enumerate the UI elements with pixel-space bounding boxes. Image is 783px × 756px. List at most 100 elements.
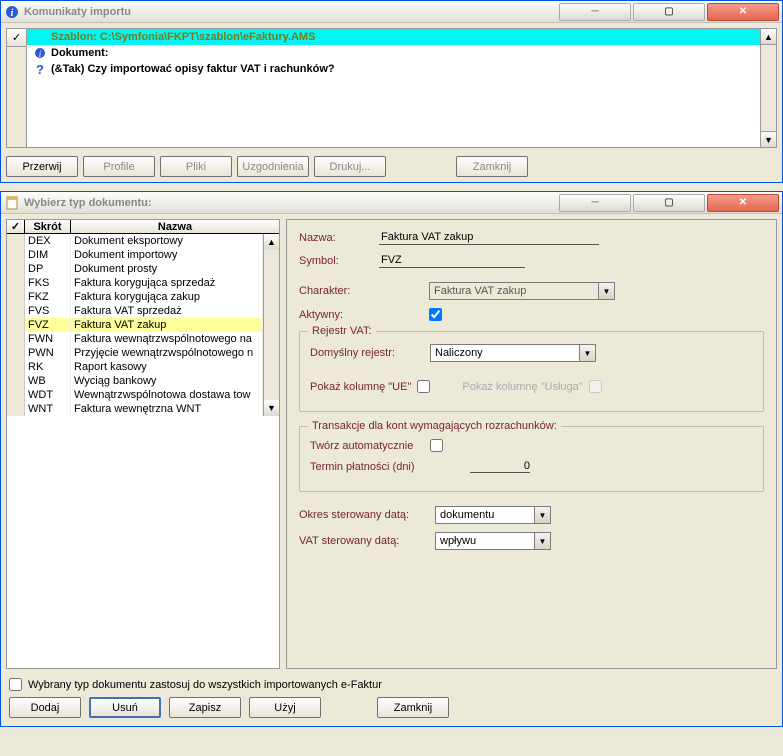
titlebar[interactable]: i Komunikaty importu ─ ▢ ✕	[1, 1, 782, 23]
list-item[interactable]: DEXDokument eksportowy	[7, 234, 263, 248]
list-item[interactable]: FVSFaktura VAT sprzedaż	[7, 304, 263, 318]
list-item[interactable]: PWNPrzyjęcie wewnątrzwspólnotowego n	[7, 346, 263, 360]
aktywny-checkbox[interactable]	[429, 308, 442, 321]
row-check[interactable]	[7, 346, 25, 360]
message-text: (&Tak) Czy importować opisy faktur VAT i…	[51, 61, 760, 77]
col-skrot[interactable]: Skrót	[25, 220, 71, 233]
rejestr-legend: Rejestr VAT:	[308, 325, 376, 337]
save-button[interactable]: Zapisz	[169, 697, 241, 718]
row-check[interactable]	[7, 234, 25, 248]
messages-grid: ✓ Szablon: C:\Symfonia\FKPT\szablon\eFak…	[6, 28, 777, 148]
close-button[interactable]: ✕	[707, 194, 779, 212]
add-button[interactable]: Dodaj	[9, 697, 81, 718]
scroll-up[interactable]: ▲	[761, 29, 776, 45]
row-check[interactable]	[7, 402, 25, 416]
row-check[interactable]	[7, 262, 25, 276]
delete-button[interactable]: Usuń	[89, 697, 161, 718]
chevron-down-icon[interactable]: ▼	[599, 282, 615, 300]
row-nazwa: Raport kasowy	[71, 360, 263, 374]
use-button[interactable]: Użyj	[249, 697, 321, 718]
apply-all-row: Wybrany typ dokumentu zastosuj do wszyst…	[9, 678, 774, 691]
okres-label: Okres sterowany datą:	[299, 509, 425, 521]
row-nazwa: Dokument importowy	[71, 248, 263, 262]
row-nazwa: Przyjęcie wewnątrzwspólnotowego n	[71, 346, 263, 360]
row-check[interactable]	[7, 248, 25, 262]
list-item[interactable]: WDTWewnątrzwspólnotowa dostawa tow	[7, 388, 263, 402]
check-header[interactable]: ✓	[7, 29, 26, 47]
row-check[interactable]	[7, 276, 25, 290]
window-title: Komunikaty importu	[24, 6, 559, 18]
titlebar[interactable]: Wybierz typ dokumentu: ─ ▢ ✕	[1, 192, 782, 214]
list-item[interactable]: FKZFaktura korygująca zakup	[7, 290, 263, 304]
close-button[interactable]: ✕	[707, 3, 779, 21]
chevron-down-icon[interactable]: ▼	[535, 532, 551, 550]
scroll-down[interactable]: ▼	[264, 400, 279, 416]
list-item[interactable]: DPDokument prosty	[7, 262, 263, 276]
charakter-select[interactable]: Faktura VAT zakup ▼	[429, 282, 615, 300]
row-nazwa: Wyciąg bankowy	[71, 374, 263, 388]
print-button: Drukuj...	[314, 156, 386, 177]
col-nazwa[interactable]: Nazwa	[71, 220, 279, 233]
row-skrot: DIM	[25, 248, 71, 262]
nazwa-label: Nazwa:	[299, 232, 369, 244]
close-button-footer[interactable]: Zamknij	[377, 697, 449, 718]
row-check[interactable]	[7, 360, 25, 374]
doc-types-list: ✓ Skrót Nazwa DEXDokument eksportowyDIMD…	[6, 219, 280, 669]
message-row[interactable]: ?(&Tak) Czy importować opisy faktur VAT …	[27, 61, 760, 77]
vat-select[interactable]: wpływu ▼	[435, 532, 551, 550]
aktywny-label: Aktywny:	[299, 309, 369, 321]
vat-value: wpływu	[435, 532, 535, 550]
chevron-down-icon[interactable]: ▼	[535, 506, 551, 524]
row-check[interactable]	[7, 304, 25, 318]
message-row[interactable]: iDokument:	[27, 45, 760, 61]
pokaz-usluga-label: Pokaż kolumnę "Usługa"	[462, 381, 582, 393]
row-nazwa: Faktura VAT sprzedaż	[71, 304, 263, 318]
scroll-up[interactable]: ▲	[264, 234, 279, 250]
chevron-down-icon[interactable]: ▼	[580, 344, 596, 362]
window-title: Wybierz typ dokumentu:	[24, 197, 559, 209]
list-item[interactable]: FKSFaktura korygująca sprzedaż	[7, 276, 263, 290]
row-check[interactable]	[7, 290, 25, 304]
symbol-input[interactable]	[379, 253, 525, 268]
scroll-track[interactable]	[761, 45, 776, 131]
maximize-button[interactable]: ▢	[633, 194, 705, 212]
list-item[interactable]: RKRaport kasowy	[7, 360, 263, 374]
row-skrot: WDT	[25, 388, 71, 402]
scroll-down[interactable]: ▼	[761, 131, 776, 147]
transakcje-group: Transakcje dla kont wymagających rozrach…	[299, 426, 764, 492]
reconcile-button: Uzgodnienia	[237, 156, 309, 177]
rejestr-vat-group: Rejestr VAT: Domyślny rejestr: Naliczony…	[299, 331, 764, 412]
pokaz-ue-checkbox[interactable]	[417, 380, 430, 393]
message-row[interactable]: Szablon: C:\Symfonia\FKPT\szablon\eFaktu…	[27, 29, 760, 45]
domyslny-select[interactable]: Naliczony ▼	[430, 344, 596, 362]
row-check[interactable]	[7, 332, 25, 346]
list-scrollbar[interactable]: ▲ ▼	[263, 234, 279, 416]
row-nazwa: Faktura korygująca zakup	[71, 290, 263, 304]
choose-doc-type-window: Wybierz typ dokumentu: ─ ▢ ✕ ✓ Skrót Naz…	[0, 191, 783, 727]
tworz-label: Twórz automatycznie	[310, 440, 420, 452]
list-item[interactable]: WBWyciąg bankowy	[7, 374, 263, 388]
row-check[interactable]	[7, 318, 25, 332]
row-nazwa: Dokument eksportowy	[71, 234, 263, 248]
termin-input[interactable]	[470, 460, 530, 473]
col-check[interactable]: ✓	[7, 220, 25, 233]
minimize-button[interactable]: ─	[559, 194, 631, 212]
abort-button[interactable]: Przerwij	[6, 156, 78, 177]
row-check[interactable]	[7, 374, 25, 388]
list-item[interactable]: WNTFaktura wewnętrzna WNT	[7, 402, 263, 416]
nazwa-input[interactable]	[379, 230, 599, 245]
tworz-checkbox[interactable]	[430, 439, 443, 452]
symbol-label: Symbol:	[299, 255, 369, 267]
row-nazwa: Faktura wewnętrzna WNT	[71, 402, 263, 416]
apply-all-checkbox[interactable]	[9, 678, 22, 691]
row-skrot: FWN	[25, 332, 71, 346]
row-skrot: FVS	[25, 304, 71, 318]
minimize-button[interactable]: ─	[559, 3, 631, 21]
list-item[interactable]: DIMDokument importowy	[7, 248, 263, 262]
maximize-button[interactable]: ▢	[633, 3, 705, 21]
okres-select[interactable]: dokumentu ▼	[435, 506, 551, 524]
list-item[interactable]: FWNFaktura wewnątrzwspólnotowego na	[7, 332, 263, 346]
row-check[interactable]	[7, 388, 25, 402]
scrollbar[interactable]: ▲ ▼	[760, 29, 776, 147]
list-item[interactable]: FVZFaktura VAT zakup	[7, 318, 263, 332]
